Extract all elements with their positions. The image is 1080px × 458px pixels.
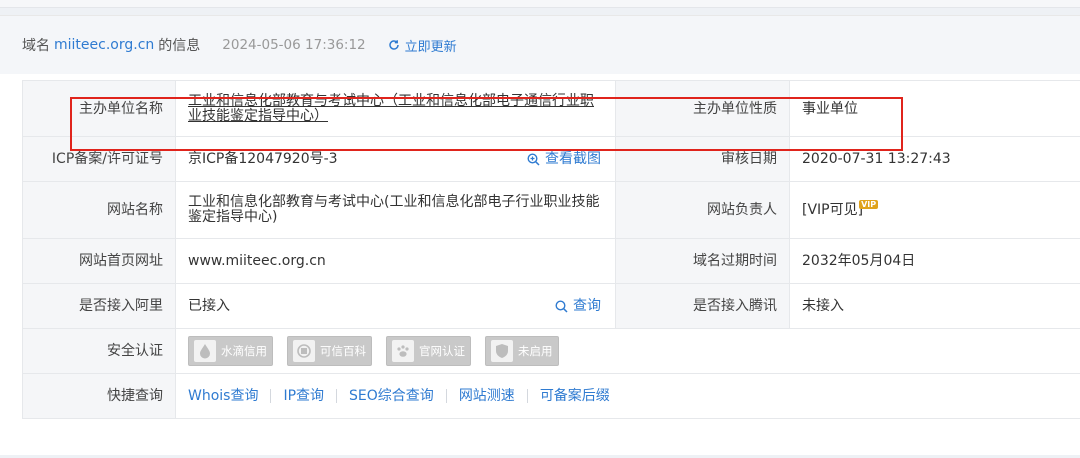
homepage-label: 网站首页网址 bbox=[22, 238, 176, 284]
badge-guanwang-label: 官网认证 bbox=[419, 344, 465, 358]
table-row: 是否接入阿里 已接入 查询 是否接入腾讯 未接入 bbox=[22, 283, 1080, 329]
page: 域名 miiteec.org.cn 的信息 2024-05-06 17:36:1… bbox=[0, 0, 1080, 458]
divider bbox=[445, 389, 447, 403]
speed-test-link[interactable]: 网站测速 bbox=[459, 388, 515, 404]
icp-cell: 京ICP备12047920号-3 查看截图 bbox=[175, 136, 616, 182]
site-name-label: 网站名称 bbox=[22, 181, 176, 239]
divider bbox=[270, 389, 272, 403]
table-row: 主办单位名称 工业和信息化部教育与考试中心（工业和信息化部电子通信行业职业技能鉴… bbox=[22, 80, 1080, 137]
sponsor-name-cell: 工业和信息化部教育与考试中心（工业和信息化部电子通信行业职业技能鉴定指导中心） bbox=[175, 80, 616, 137]
site-owner-value: [VIP可见] bbox=[802, 202, 864, 218]
update-timestamp: 2024-05-06 17:36:12 bbox=[222, 37, 366, 53]
badge-guanwang[interactable]: 官网认证 bbox=[386, 336, 471, 366]
homepage-value: www.miiteec.org.cn bbox=[175, 238, 616, 284]
aliyun-cell: 已接入 查询 bbox=[175, 283, 616, 329]
zoom-in-icon bbox=[527, 152, 540, 166]
view-screenshot-button[interactable]: 查看截图 bbox=[527, 151, 601, 167]
whois-link[interactable]: Whois查询 bbox=[188, 388, 258, 404]
security-label: 安全认证 bbox=[22, 328, 176, 374]
view-screenshot-label: 查看截图 bbox=[545, 151, 601, 167]
quick-query-label: 快捷查询 bbox=[22, 373, 176, 419]
vip-badge-icon: VIP bbox=[859, 200, 879, 209]
security-badges: 水滴信用 可信百科 官网认证 未启用 bbox=[188, 336, 1080, 366]
site-name-value: 工业和信息化部教育与考试中心(工业和信息化部电子行业职业技能鉴定指导中心) bbox=[188, 194, 600, 225]
quick-query-cell: Whois查询 IP查询 SEO综合查询 网站测速 可备案后缀 bbox=[175, 373, 1080, 419]
site-owner-label: 网站负责人 bbox=[615, 181, 790, 239]
icp-info-table: 主办单位名称 工业和信息化部教育与考试中心（工业和信息化部电子通信行业职业技能鉴… bbox=[22, 80, 1080, 419]
aliyun-query-label: 查询 bbox=[573, 298, 601, 314]
tencent-value: 未接入 bbox=[789, 283, 1080, 329]
refresh-icon bbox=[388, 40, 399, 50]
badge-disabled-label: 未启用 bbox=[518, 344, 553, 358]
badge-shuidi[interactable]: 水滴信用 bbox=[188, 336, 273, 366]
domain-expiry-label: 域名过期时间 bbox=[615, 238, 790, 284]
site-name-cell: 工业和信息化部教育与考试中心(工业和信息化部电子行业职业技能鉴定指导中心) bbox=[175, 181, 616, 239]
sponsor-name-label: 主办单位名称 bbox=[22, 80, 176, 137]
review-date-label: 审核日期 bbox=[615, 136, 790, 182]
shield-icon bbox=[491, 340, 513, 362]
top-strip bbox=[0, 0, 1080, 8]
registrable-suffix-link[interactable]: 可备案后缀 bbox=[540, 388, 610, 404]
aliyun-label: 是否接入阿里 bbox=[22, 283, 176, 329]
info-header: 域名 miiteec.org.cn 的信息 2024-05-06 17:36:1… bbox=[0, 16, 1080, 74]
site-owner-cell: [VIP可见]VIP bbox=[789, 181, 1080, 239]
domain-link[interactable]: miiteec.org.cn bbox=[54, 37, 154, 53]
header-prefix: 域名 bbox=[22, 38, 50, 54]
aliyun-cell-inner: 已接入 查询 bbox=[188, 298, 615, 314]
badge-kexin-label: 可信百科 bbox=[320, 344, 366, 358]
search-icon bbox=[555, 299, 568, 313]
badge-kexin[interactable]: 可信百科 bbox=[287, 336, 372, 366]
icp-label: ICP备案/许可证号 bbox=[22, 136, 176, 182]
tencent-label: 是否接入腾讯 bbox=[615, 283, 790, 329]
seal-icon bbox=[293, 340, 315, 362]
paw-icon bbox=[392, 340, 414, 362]
ip-query-link[interactable]: IP查询 bbox=[283, 388, 324, 404]
aliyun-value: 已接入 bbox=[188, 298, 230, 314]
refresh-label: 立即更新 bbox=[404, 39, 457, 55]
security-cell: 水滴信用 可信百科 官网认证 未启用 bbox=[175, 328, 1080, 374]
divider bbox=[336, 389, 338, 403]
badge-shuidi-label: 水滴信用 bbox=[221, 344, 267, 358]
table-row: 网站名称 工业和信息化部教育与考试中心(工业和信息化部电子行业职业技能鉴定指导中… bbox=[22, 181, 1080, 239]
icp-value: 京ICP备12047920号-3 bbox=[188, 151, 338, 167]
seo-query-link[interactable]: SEO综合查询 bbox=[349, 388, 434, 404]
table-row: 网站首页网址 www.miiteec.org.cn 域名过期时间 2032年05… bbox=[22, 238, 1080, 284]
header-suffix: 的信息 bbox=[158, 38, 201, 54]
water-drop-icon bbox=[194, 340, 216, 362]
table-row: 安全认证 水滴信用 可信百科 官网认证 未启用 bbox=[22, 328, 1080, 374]
sponsor-type-label: 主办单位性质 bbox=[615, 80, 790, 137]
sponsor-name-value: 工业和信息化部教育与考试中心（工业和信息化部电子通信行业职业技能鉴定指导中心） bbox=[188, 92, 594, 124]
icp-cell-inner: 京ICP备12047920号-3 查看截图 bbox=[188, 151, 615, 167]
domain-expiry-value: 2032年05月04日 bbox=[789, 238, 1080, 284]
badge-disabled[interactable]: 未启用 bbox=[485, 336, 559, 366]
review-date-value: 2020-07-31 13:27:43 bbox=[789, 136, 1080, 182]
table-row: 快捷查询 Whois查询 IP查询 SEO综合查询 网站测速 可备案后缀 bbox=[22, 373, 1080, 419]
sponsor-type-value: 事业单位 bbox=[789, 80, 1080, 137]
refresh-button[interactable]: 立即更新 bbox=[388, 36, 457, 55]
quick-links: Whois查询 IP查询 SEO综合查询 网站测速 可备案后缀 bbox=[188, 388, 1080, 404]
divider bbox=[526, 389, 528, 403]
aliyun-query-button[interactable]: 查询 bbox=[555, 298, 601, 314]
table-row: ICP备案/许可证号 京ICP备12047920号-3 查看截图 审核日期 20… bbox=[22, 136, 1080, 182]
